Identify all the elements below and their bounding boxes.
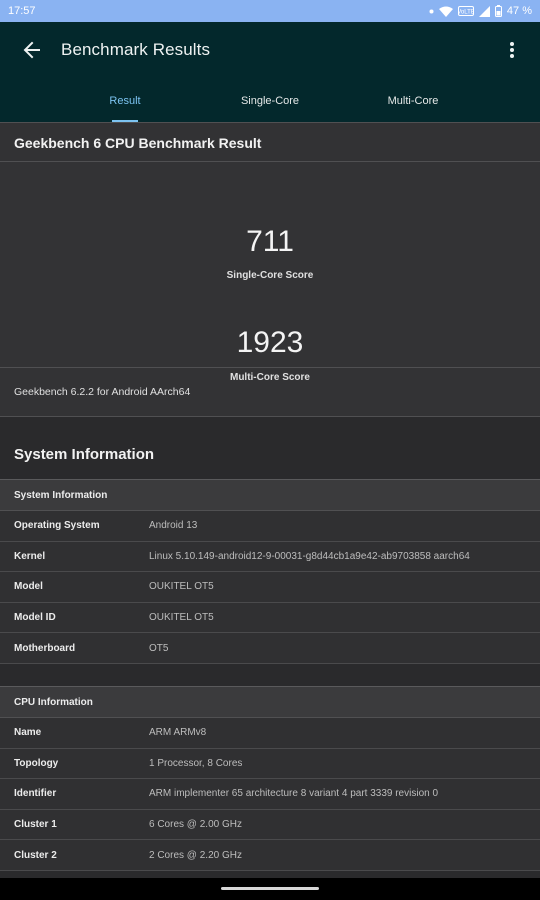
row-value: OUKITEL OT5 <box>149 612 214 624</box>
row-key: Cluster 1 <box>14 819 57 831</box>
row-key: Model <box>14 581 43 593</box>
system-information-table: System Information Operating System Andr… <box>0 479 540 664</box>
status-time: 17:57 <box>8 5 36 17</box>
section-spacer <box>0 663 540 686</box>
table-header: System Information <box>0 480 540 511</box>
more-vertical-icon <box>510 42 514 58</box>
row-key: Motherboard <box>14 642 76 654</box>
cpu-information-table: CPU Information Name ARM ARMv8 Topology … <box>0 685 540 871</box>
result-content[interactable]: Geekbench 6 CPU Benchmark Result 711 Sin… <box>0 122 540 878</box>
row-key: Topology <box>14 757 59 769</box>
row-key: Kernel <box>14 550 46 562</box>
single-core-score-label: Single-Core Score <box>226 270 314 281</box>
svg-text:VoLTE: VoLTE <box>458 10 474 16</box>
app-bar: Benchmark Results Result Single-Core Mul… <box>0 22 540 122</box>
row-value: 2 Cores @ 2.20 GHz <box>149 849 242 861</box>
signal-icon <box>478 5 490 17</box>
table-row: Cluster 1 6 Cores @ 2.00 GHz <box>0 809 540 841</box>
tab-bar: Result Single-Core Multi-Core <box>0 88 540 122</box>
table-row: Motherboard OT5 <box>0 633 540 664</box>
row-value: OT5 <box>149 642 169 654</box>
row-key: Identifier <box>14 788 57 800</box>
table-row: Identifier ARM implementer 65 architectu… <box>0 779 540 810</box>
battery-icon <box>494 5 502 17</box>
row-value: Linux 5.10.149-android12-9-00031-g8d44cb… <box>149 550 470 562</box>
app-bar-row: Benchmark Results <box>0 22 540 78</box>
row-key: Cluster 2 <box>14 849 57 861</box>
wifi-icon <box>438 6 453 17</box>
overflow-menu-button[interactable] <box>484 22 540 78</box>
tab-single-core[interactable]: Single-Core <box>215 88 325 122</box>
back-button[interactable] <box>0 22 64 78</box>
table-header: CPU Information <box>0 686 540 718</box>
multi-core-score: 1923 <box>236 326 304 359</box>
battery-percent: 47 % <box>506 5 532 17</box>
row-key: Model ID <box>14 612 56 624</box>
scores-panel: 711 Single-Core Score 1923 Multi-Core Sc… <box>0 162 540 383</box>
row-value: ARM implementer 65 architecture 8 varian… <box>149 788 439 800</box>
home-gesture-handle[interactable] <box>221 887 319 890</box>
table-row: Model OUKITEL OT5 <box>0 572 540 603</box>
section-heading-system-information: System Information <box>0 417 540 479</box>
navigation-bar <box>0 878 540 900</box>
table-row: Name ARM ARMv8 <box>0 717 540 749</box>
row-value: 6 Cores @ 2.00 GHz <box>149 819 242 831</box>
multi-core-score-label: Multi-Core Score <box>229 372 310 383</box>
status-bar: 17:57 VoLTE 47 % <box>0 0 540 22</box>
table-row: Kernel Linux 5.10.149-android12-9-00031-… <box>0 541 540 573</box>
row-value: OUKITEL OT5 <box>149 581 214 593</box>
single-core-score: 711 <box>246 225 294 258</box>
table-row: Model ID OUKITEL OT5 <box>0 602 540 634</box>
row-key: Name <box>14 727 42 739</box>
status-icons: VoLTE 47 % <box>429 5 532 17</box>
notification-dot-icon <box>429 9 434 14</box>
table-row: Operating System Android 13 <box>0 511 540 542</box>
table-row: Topology 1 Processor, 8 Cores <box>0 748 540 780</box>
table-row: Cluster 2 2 Cores @ 2.20 GHz <box>0 840 540 871</box>
row-key: Operating System <box>14 520 100 532</box>
result-title: Geekbench 6 CPU Benchmark Result <box>0 122 540 162</box>
row-value: Android 13 <box>149 520 198 532</box>
row-value: 1 Processor, 8 Cores <box>149 757 243 769</box>
volte-icon: VoLTE <box>457 6 474 16</box>
arrow-left-icon <box>23 41 40 59</box>
row-value: ARM ARMv8 <box>149 727 207 739</box>
tab-multi-core[interactable]: Multi-Core <box>358 88 468 122</box>
page-title: Benchmark Results <box>61 40 211 59</box>
tab-result[interactable]: Result <box>70 88 180 122</box>
